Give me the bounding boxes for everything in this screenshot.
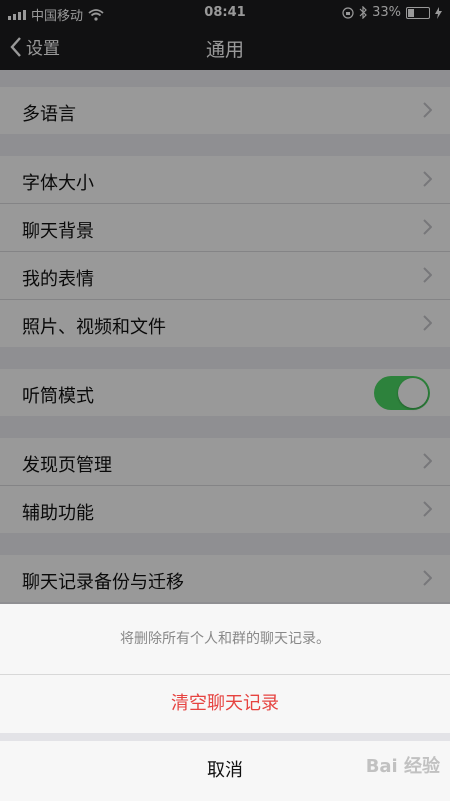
action-sheet-separator (0, 733, 450, 741)
watermark: Bai 经验 (365, 756, 440, 777)
action-sheet-message: 将删除所有个人和群的聊天记录。 (0, 604, 450, 675)
action-sheet: 将删除所有个人和群的聊天记录。 清空聊天记录 取消 Bai 经验 (0, 604, 450, 801)
clear-chat-history-button[interactable]: 清空聊天记录 (0, 675, 450, 733)
